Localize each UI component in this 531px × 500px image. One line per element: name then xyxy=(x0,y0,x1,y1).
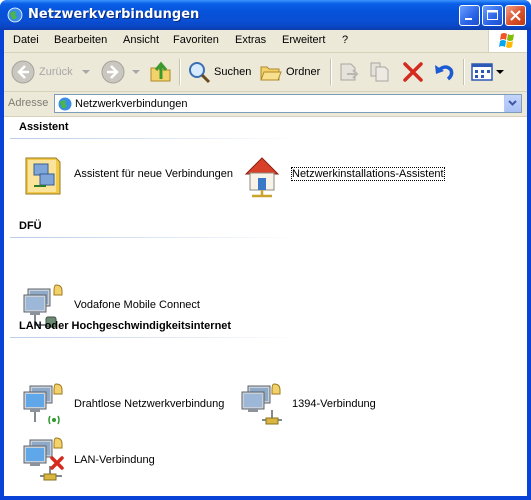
menu-bar: Datei Bearbeiten Ansicht Favoriten Extra… xyxy=(4,30,527,53)
delete-x-icon xyxy=(403,62,423,82)
folders-label: Ordner xyxy=(286,66,321,78)
search-label: Suchen xyxy=(214,66,252,78)
address-dropdown-button[interactable] xyxy=(504,95,521,112)
group-divider xyxy=(10,337,300,338)
toolbar-separator xyxy=(179,59,181,85)
views-button[interactable] xyxy=(470,56,504,88)
up-folder-button[interactable] xyxy=(149,56,173,88)
folders-button[interactable]: Ordner xyxy=(259,56,320,88)
home-network-wizard-icon xyxy=(238,150,286,198)
dropdown-arrow-icon xyxy=(132,70,140,74)
item-new-connection-wizard[interactable]: Assistent für neue Verbindungen xyxy=(20,149,233,199)
close-icon xyxy=(510,10,521,21)
address-bar: Adresse Netzwerkverbindungen xyxy=(4,92,527,117)
copy-to-button[interactable] xyxy=(368,56,392,88)
item-label: 1394-Verbindung xyxy=(292,398,376,410)
chevron-down-icon xyxy=(508,100,517,106)
item-label: Vodafone Mobile Connect xyxy=(74,299,200,311)
undo-button[interactable] xyxy=(432,56,456,88)
menu-datei[interactable]: Datei xyxy=(13,34,39,46)
group-divider xyxy=(10,138,300,139)
item-home-network-wizard[interactable]: Netzwerkinstallations-Assistent xyxy=(238,149,445,199)
item-label: Drahtlose Netzwerkverbindung xyxy=(74,398,225,410)
search-button[interactable]: Suchen xyxy=(187,56,251,88)
forward-arrow-icon xyxy=(101,60,125,84)
maximize-icon xyxy=(487,10,498,20)
item-1394-connection[interactable]: 1394-Verbindung xyxy=(238,379,376,429)
delete-button[interactable] xyxy=(401,56,425,88)
item-wireless-connection[interactable]: Drahtlose Netzwerkverbindung xyxy=(20,379,224,429)
move-to-icon xyxy=(340,63,359,81)
item-label: Netzwerkinstallations-Assistent xyxy=(291,167,445,181)
menu-extras[interactable]: Extras xyxy=(235,34,266,46)
dropdown-arrow-icon xyxy=(81,70,90,74)
undo-arrow-icon xyxy=(435,65,454,81)
views-icon xyxy=(471,63,493,81)
lan-disconnected-icon xyxy=(20,436,68,484)
copy-to-icon xyxy=(370,62,389,82)
network-connection-icon xyxy=(238,380,286,428)
toolbar-separator xyxy=(463,59,465,85)
move-to-button[interactable] xyxy=(337,56,361,88)
dropdown-arrow-icon xyxy=(496,70,504,74)
new-connection-wizard-icon xyxy=(20,150,68,198)
window-frame: Datei Bearbeiten Ansicht Favoriten Extra… xyxy=(4,30,527,496)
folders-icon xyxy=(260,66,282,81)
address-value: Netzwerkverbindungen xyxy=(75,98,188,110)
wireless-connection-icon xyxy=(20,380,68,428)
back-button[interactable]: Zurück xyxy=(10,56,91,88)
folder-up-icon xyxy=(150,61,171,82)
item-label: Assistent für neue Verbindungen xyxy=(74,168,234,180)
group-title-dfu: DFÜ xyxy=(19,220,42,232)
search-icon xyxy=(189,62,211,84)
minimize-icon xyxy=(465,18,472,20)
group-divider xyxy=(10,237,300,238)
menu-erweitert[interactable]: Erweitert xyxy=(282,34,325,46)
address-field[interactable]: Netzwerkverbindungen xyxy=(54,94,522,113)
back-label: Zurück xyxy=(39,66,73,78)
windows-logo-icon xyxy=(488,30,527,52)
back-arrow-icon xyxy=(11,60,35,84)
maximize-button[interactable] xyxy=(482,5,503,26)
forward-button[interactable] xyxy=(100,56,141,88)
toolbar: Zurück Suchen Ordner xyxy=(4,53,527,92)
explorer-window: Netzwerkverbindungen Datei Bearbeiten An… xyxy=(0,0,531,500)
minimize-button[interactable] xyxy=(459,5,480,26)
menu-favoriten[interactable]: Favoriten xyxy=(173,34,219,46)
address-label: Adresse xyxy=(8,97,49,109)
group-title-assistent: Assistent xyxy=(19,121,69,133)
group-title-lan: LAN oder Hochgeschwindigkeitsinternet xyxy=(19,320,232,332)
window-title: Netzwerkverbindungen xyxy=(28,7,200,22)
network-globe-icon xyxy=(7,7,23,23)
close-button[interactable] xyxy=(505,5,526,26)
item-label: LAN-Verbindung xyxy=(74,454,155,466)
menu-help[interactable]: ? xyxy=(342,34,348,46)
menu-ansicht[interactable]: Ansicht xyxy=(123,34,159,46)
network-globe-icon xyxy=(58,97,72,111)
file-list-view: Assistent Assistent für neue Verbindunge… xyxy=(4,117,527,496)
window-border xyxy=(0,496,531,500)
item-lan-connection[interactable]: LAN-Verbindung xyxy=(20,435,155,485)
title-bar[interactable]: Netzwerkverbindungen xyxy=(0,0,531,30)
menu-bearbeiten[interactable]: Bearbeiten xyxy=(54,34,107,46)
toolbar-separator xyxy=(330,59,332,85)
